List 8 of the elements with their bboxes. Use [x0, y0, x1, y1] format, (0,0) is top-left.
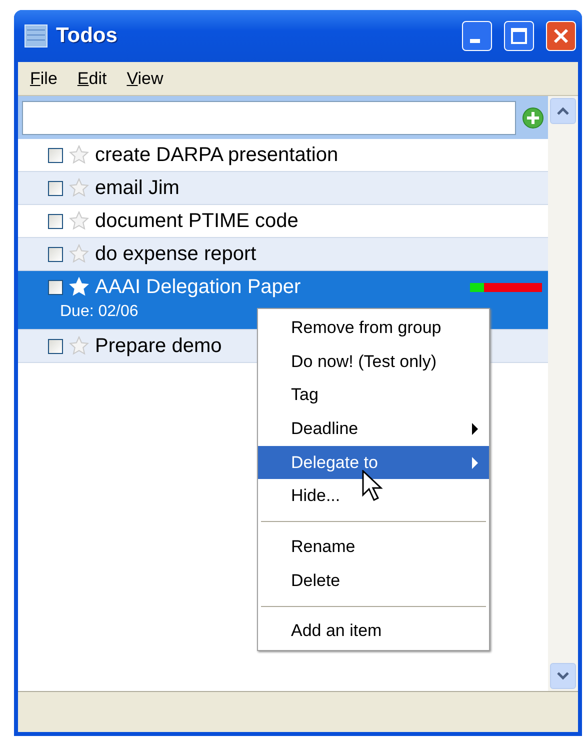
todo-title: create DARPA presentation: [95, 144, 338, 166]
due-date: Due: 02/06: [59, 303, 140, 321]
todo-title: email Jim: [95, 176, 180, 200]
todo-title: do expense report: [95, 242, 256, 266]
todo-title: Prepare demo: [95, 334, 222, 358]
window-title: Todos: [56, 24, 118, 48]
todo-title: document PTIME code: [95, 210, 298, 232]
todo-title: AAAI Delegation Paper: [95, 276, 301, 298]
